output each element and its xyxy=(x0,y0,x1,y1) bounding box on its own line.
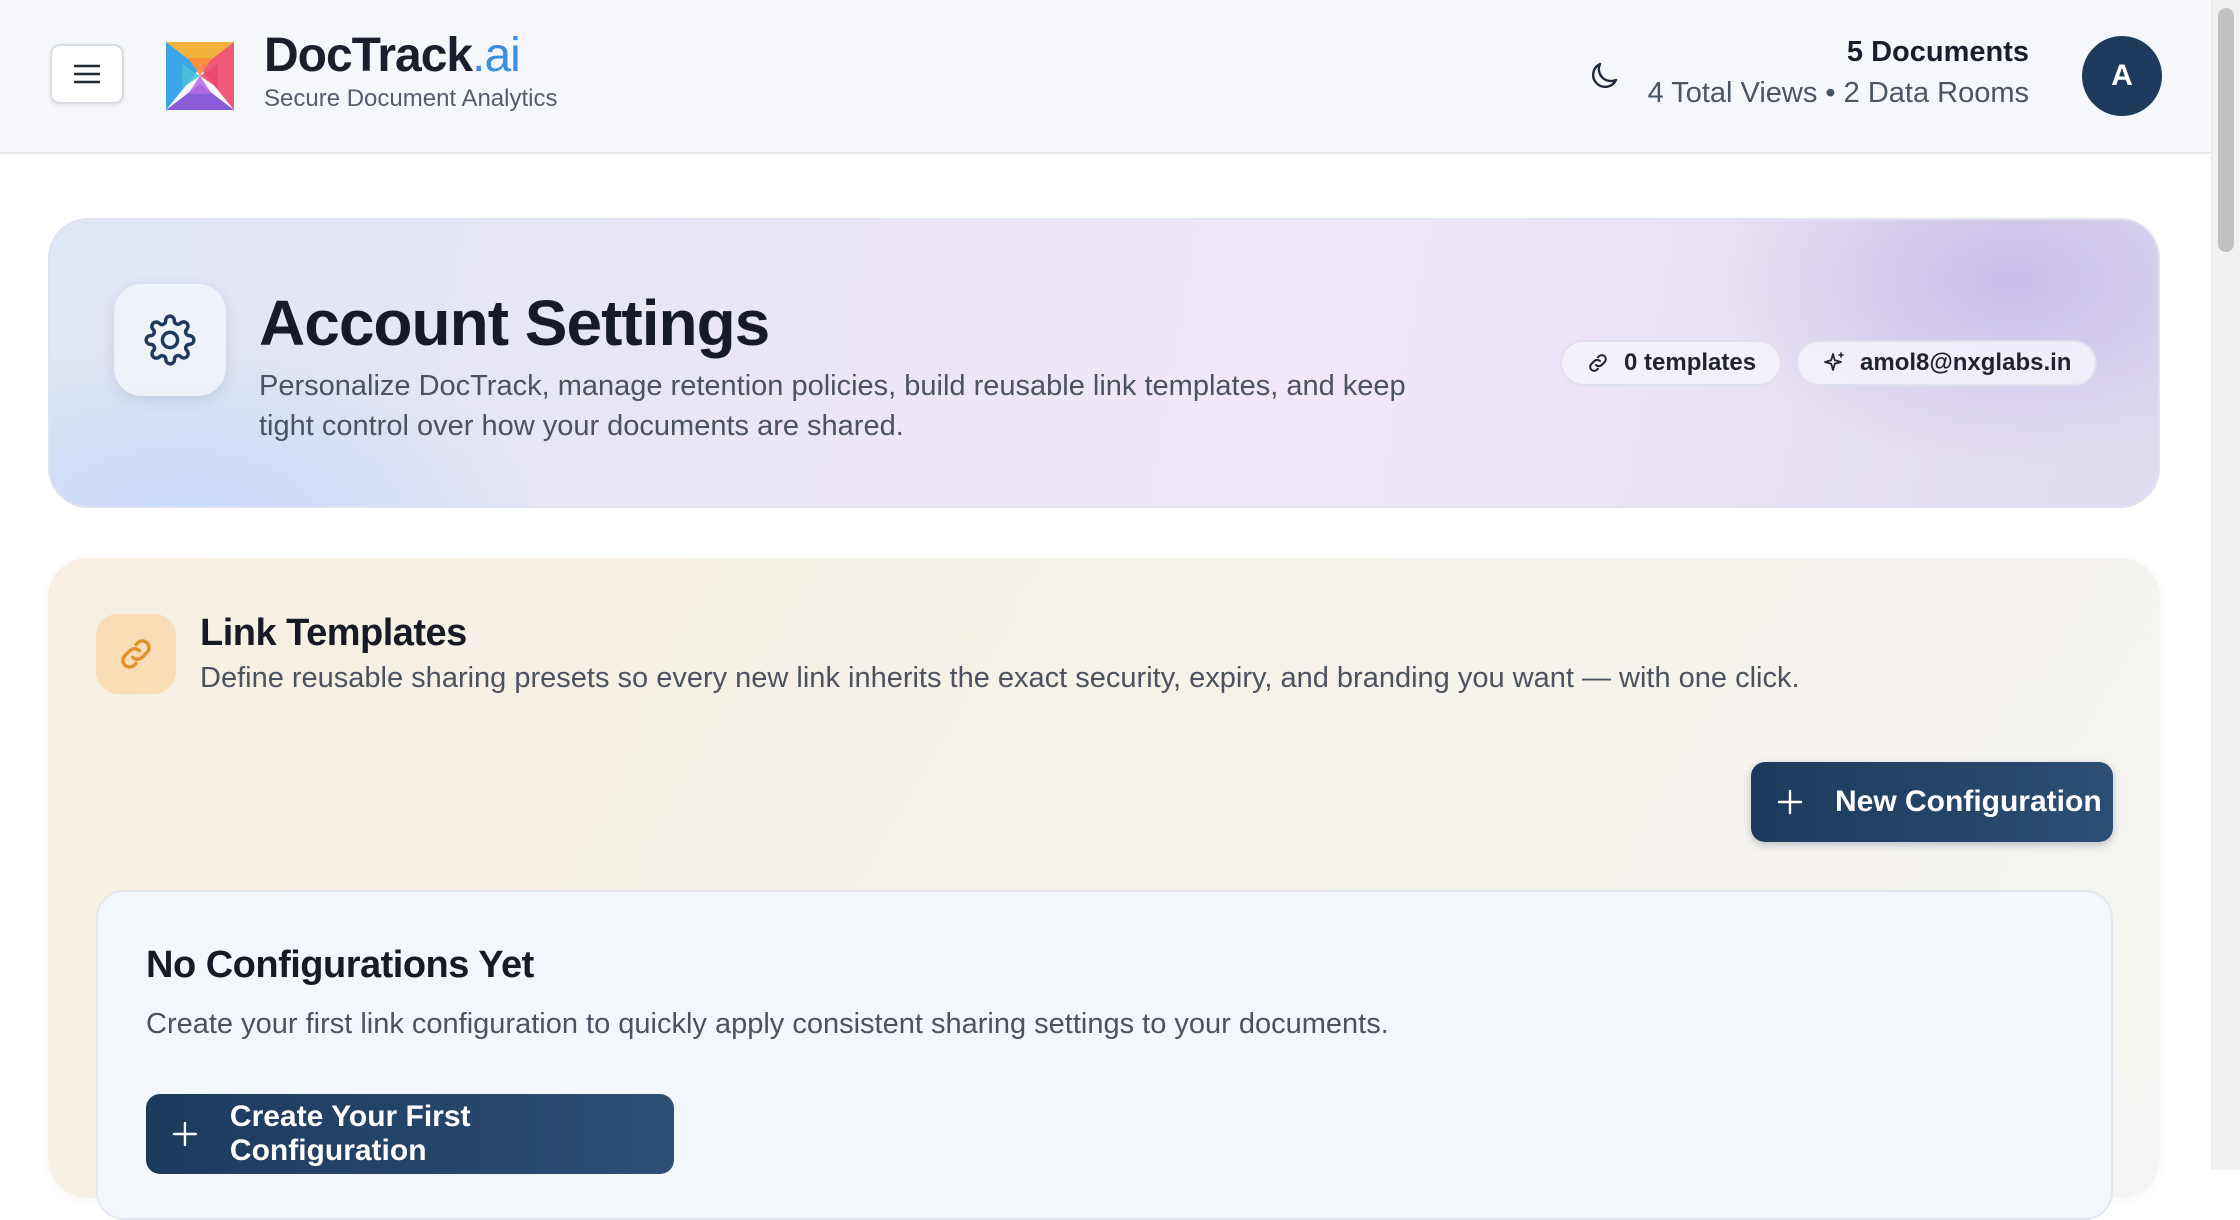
link-templates-icon-tile xyxy=(96,614,176,694)
menu-icon xyxy=(74,64,100,84)
empty-state-title: No Configurations Yet xyxy=(146,944,534,986)
sparkle-icon xyxy=(1824,352,1844,371)
moon-icon[interactable] xyxy=(1588,58,1622,92)
documents-count: 5 Documents xyxy=(1846,36,2029,68)
create-first-configuration-button[interactable]: Create Your First Configuration xyxy=(146,1094,674,1174)
menu-button[interactable] xyxy=(50,44,124,104)
header-stats: 5 Documents 4 Total Views • 2 Data Rooms xyxy=(1648,36,2029,110)
link-icon xyxy=(121,639,151,669)
link-templates-section: Link Templates Define reusable sharing p… xyxy=(48,558,2160,1220)
page-title: Account Settings xyxy=(259,287,770,359)
plus-icon xyxy=(1777,789,1803,815)
brand: DocTrack.ai Secure Document Analytics xyxy=(264,29,558,113)
top-header: DocTrack.ai Secure Document Analytics 5 … xyxy=(0,0,2211,154)
scrollbar-thumb[interactable] xyxy=(2218,8,2234,252)
brand-name: DocTrack.ai xyxy=(264,29,521,82)
account-settings-hero: Account Settings Personalize DocTrack, m… xyxy=(48,218,2160,508)
link-icon xyxy=(1589,354,1607,372)
plus-icon xyxy=(172,1121,198,1147)
account-email-badge: amol8@nxglabs.in xyxy=(1796,340,2098,386)
section-title: Link Templates xyxy=(200,612,467,654)
section-description: Define reusable sharing presets so every… xyxy=(200,662,1800,694)
new-configuration-button[interactable]: New Configuration xyxy=(1751,762,2113,842)
gear-icon xyxy=(144,314,196,366)
doctrack-logo[interactable] xyxy=(162,38,238,114)
scrollbar[interactable] xyxy=(2211,0,2240,1170)
empty-state-card: No Configurations Yet Create your first … xyxy=(96,890,2113,1220)
brand-subtitle: Secure Document Analytics xyxy=(264,84,558,112)
avatar[interactable]: A xyxy=(2082,36,2162,116)
page-description: Personalize DocTrack, manage retention p… xyxy=(259,370,1406,442)
empty-state-description: Create your first link configuration to … xyxy=(146,1008,1389,1040)
settings-icon-tile xyxy=(114,284,226,396)
views-rooms-summary: 4 Total Views • 2 Data Rooms xyxy=(1647,77,2029,109)
templates-count-badge: 0 templates xyxy=(1560,340,1783,386)
